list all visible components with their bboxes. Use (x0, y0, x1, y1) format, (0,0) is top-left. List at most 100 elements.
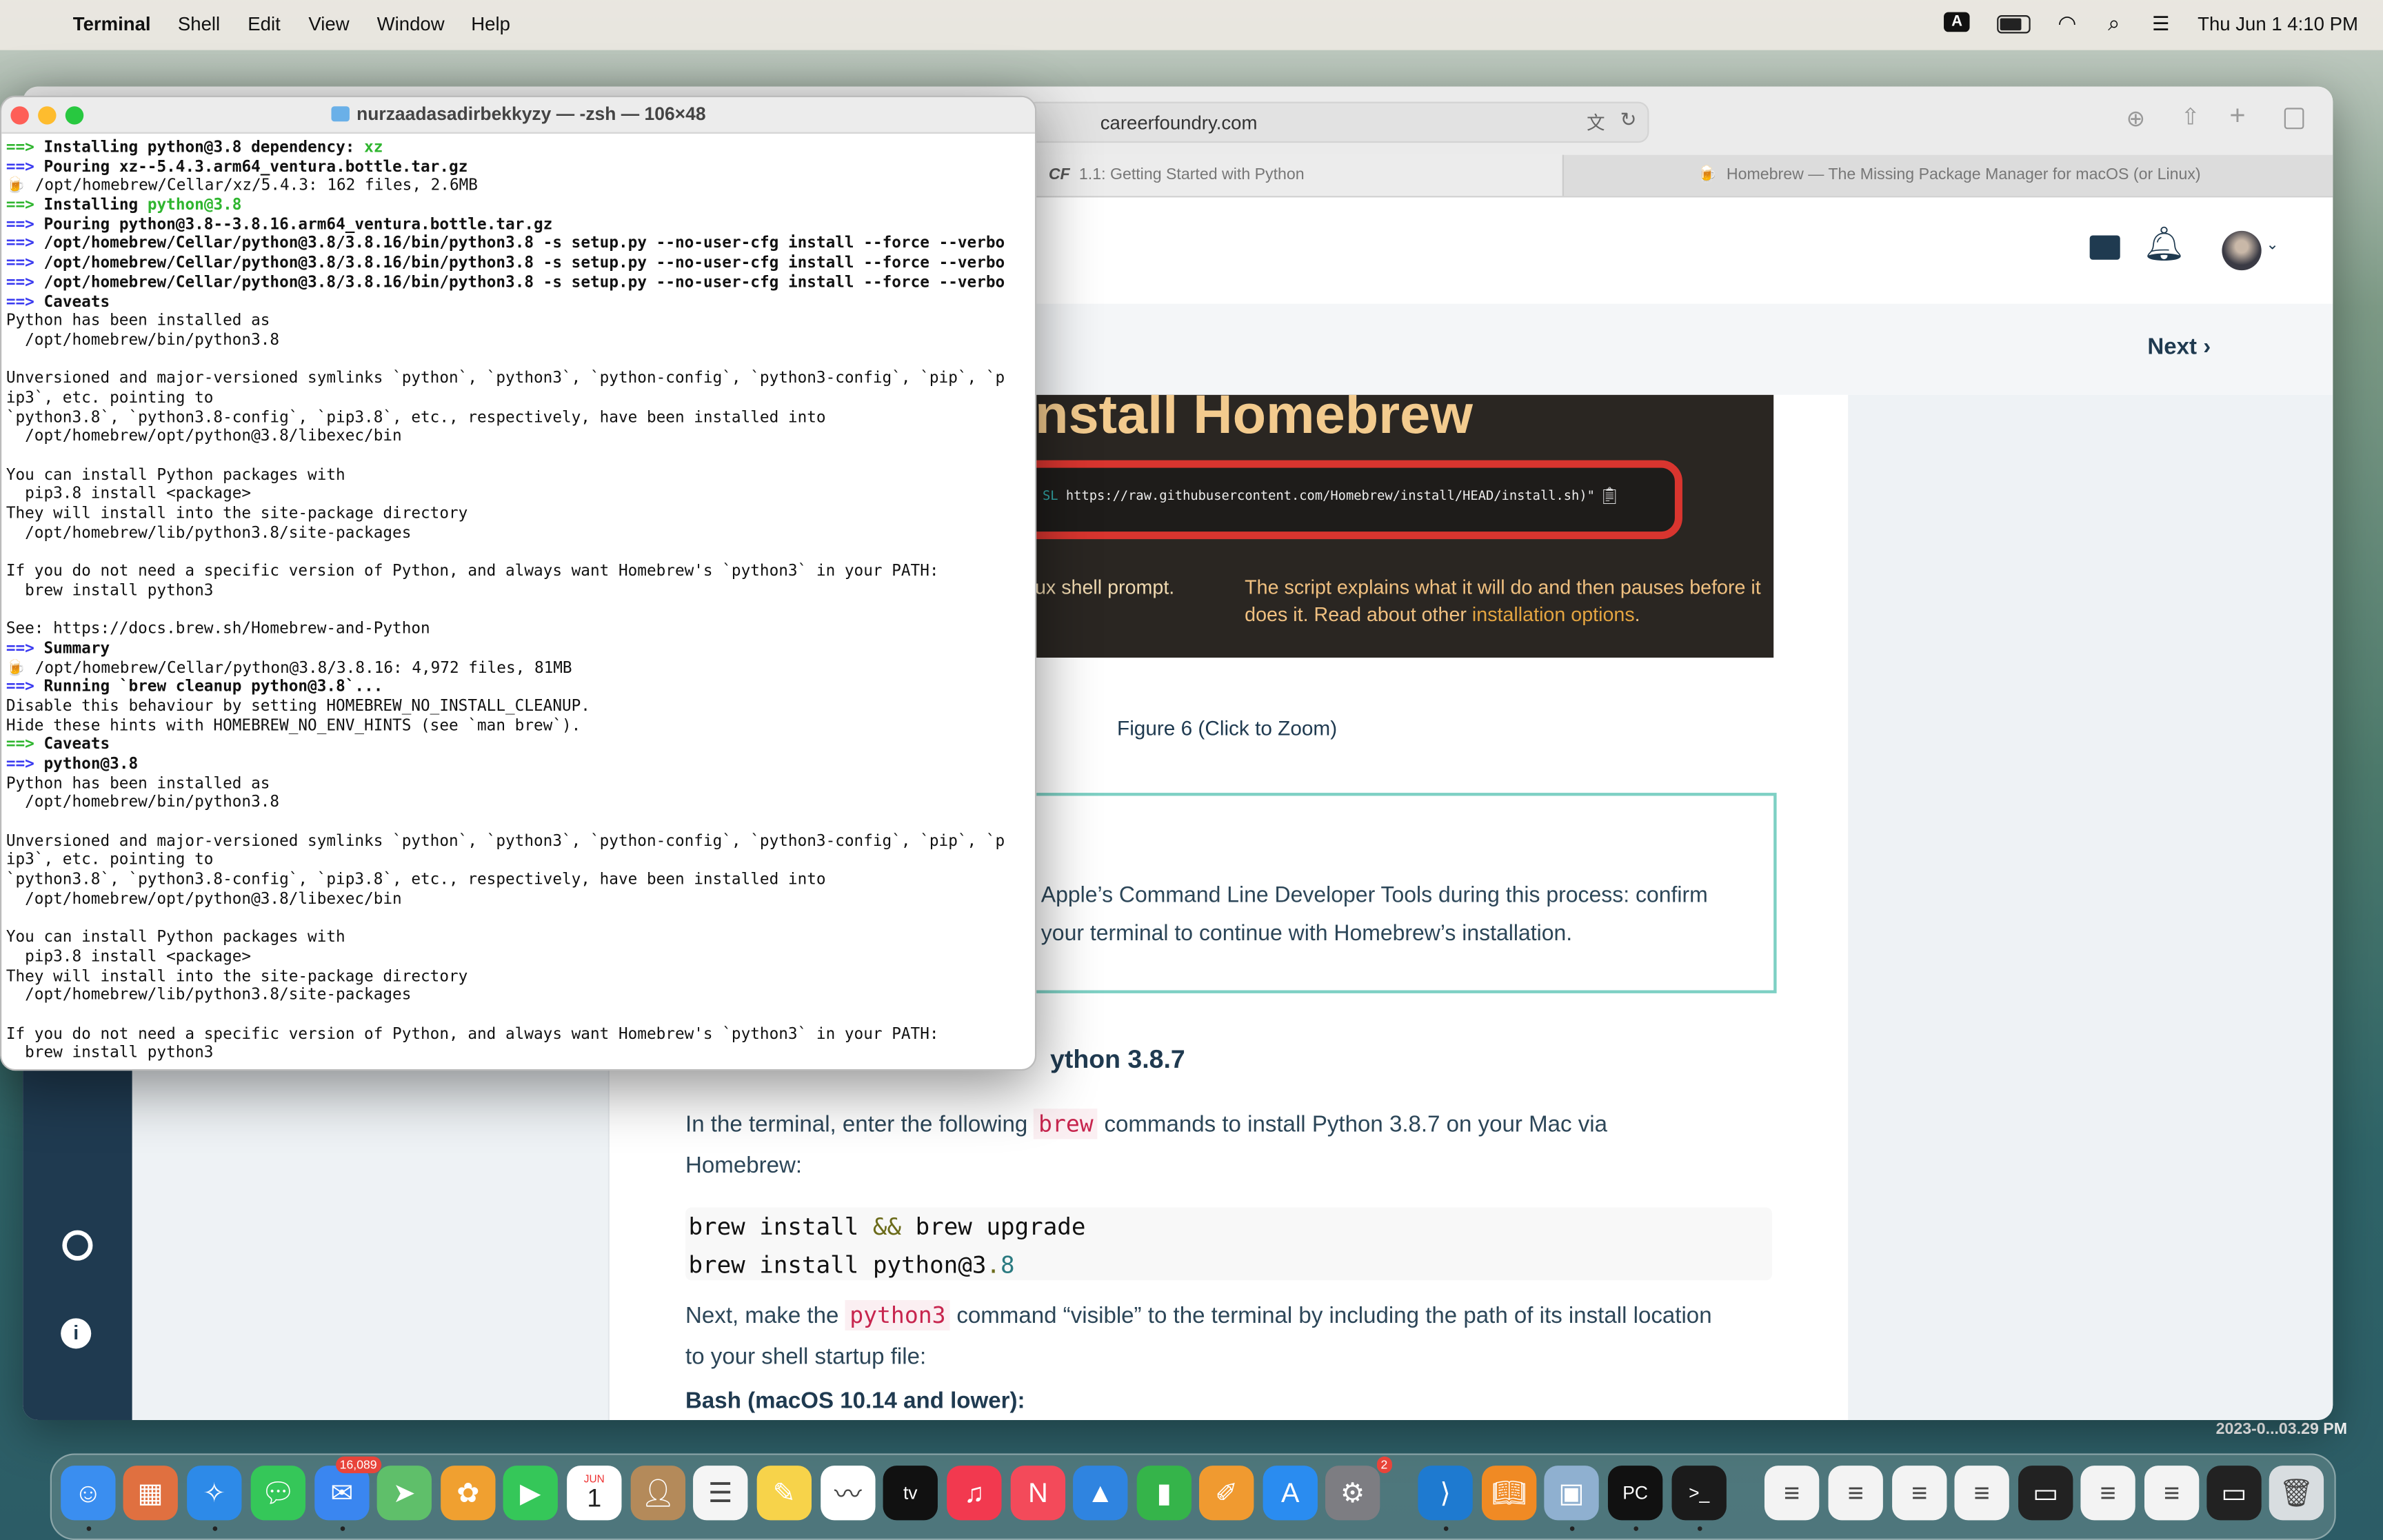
chevron-down-icon[interactable]: ⌄ (2266, 237, 2278, 254)
dock-preview-icon[interactable]: ▣ (1544, 1466, 1599, 1521)
dock-system-settings-icon[interactable]: ⚙ 2 (1325, 1456, 1392, 1521)
dock-finder-icon[interactable]: ☺ (61, 1466, 116, 1521)
line-text: You can install Python packages with (6, 928, 345, 947)
translate-icon[interactable]: 文 (1587, 110, 1605, 135)
dock-document-icon[interactable]: ≡ (1764, 1466, 1820, 1521)
dock-trash-icon[interactable]: 🗑︎ (2269, 1466, 2324, 1521)
dock-badge: 2 (1376, 1456, 1392, 1474)
address-bar[interactable]: careerfoundry.com 文 ↻ (1025, 101, 1649, 143)
code-block[interactable]: brew install && brew upgrade brew instal… (685, 1207, 1772, 1281)
dock: ☺ ▦ ✧ 💬︎ ✉ 16,089 ➤ ✿ ▶ JUN 1 👤︎ ☰ ✎ 〰 tv ♫ N ▲ ▮ ✐ A ⚙ 2 ⟩ 📖︎ ▣ PC… (50, 1453, 2336, 1540)
control-center-icon[interactable]: ☰ (2152, 12, 2170, 37)
wifi-icon[interactable]: ◠ (2058, 10, 2076, 36)
dock-pycharm-icon[interactable]: PC (1607, 1466, 1663, 1521)
terminal-line: brew install python3 (6, 581, 1034, 600)
dock-contacts-icon[interactable]: 👤︎ (630, 1466, 686, 1521)
beer-icon: 🍺 (6, 176, 26, 195)
help-lifebuoy-icon[interactable] (62, 1230, 93, 1261)
dock-messages-icon[interactable]: 💬︎ (250, 1466, 306, 1521)
dock-document-icon[interactable]: ≡ (1828, 1466, 1883, 1521)
zoom-button[interactable] (65, 106, 84, 125)
spotlight-search-icon[interactable]: ⌕ (2108, 10, 2120, 36)
dock-numbers-icon[interactable]: ▮ (1136, 1466, 1192, 1521)
dock-keynote-icon[interactable]: ▲ (1073, 1466, 1128, 1521)
dock-maps-icon[interactable]: ➤ (376, 1466, 432, 1521)
menu-bar: Terminal Shell Edit View Window Help A ◠… (0, 0, 2383, 50)
subheading-bash: Bash (macOS 10.14 and lower): (685, 1388, 1025, 1415)
dock-app-store-icon[interactable]: A (1263, 1466, 1318, 1521)
minimize-button[interactable] (38, 106, 57, 125)
avatar[interactable] (2222, 230, 2262, 271)
install-command: https://raw.githubusercontent.com/Homebr… (1065, 489, 1595, 505)
dock-document-icon[interactable]: ≡ (1954, 1466, 2009, 1521)
terminal-titlebar[interactable]: nurzaadasadirbekkyzy — -zsh — 106×48 (1, 97, 1035, 134)
dock-vscode-icon[interactable]: ⟩ (1418, 1466, 1473, 1521)
prompt-arrow: ==> (6, 736, 34, 754)
menu-view[interactable]: View (308, 14, 349, 35)
dock-facetime-icon[interactable]: ▶ (503, 1466, 558, 1521)
line-text: brew install python3 (6, 581, 214, 600)
dock-document-icon[interactable]: ≡ (2144, 1466, 2200, 1521)
menu-shell[interactable]: Shell (178, 14, 220, 35)
dock-notes-icon[interactable]: ✎ (756, 1466, 812, 1521)
dock-books-icon[interactable]: 📖︎ (1481, 1466, 1537, 1521)
info-icon[interactable]: i (61, 1318, 92, 1349)
dock-safari-icon[interactable]: ✧ (187, 1466, 242, 1521)
inline-code-python3: python3 (845, 1299, 951, 1331)
menu-window[interactable]: Window (377, 14, 445, 35)
line-text: /opt/homebrew/Cellar/python@3.8/3.8.16/b… (43, 254, 1005, 272)
running-indicator (1569, 1526, 1575, 1531)
figure-caption[interactable]: Figure 6 (Click to Zoom) (1117, 717, 1337, 740)
line-text: /opt/homebrew/lib/python3.8/site-package… (6, 523, 412, 542)
menu-app-name[interactable]: Terminal (73, 14, 151, 35)
reload-icon[interactable]: ↻ (1620, 108, 1637, 132)
terminal-line: /opt/homebrew/lib/python3.8/site-package… (6, 524, 1034, 543)
dock-pages-icon[interactable]: ✐ (1199, 1466, 1254, 1521)
downloads-icon[interactable]: ⊕ (2126, 105, 2146, 132)
menu-help[interactable]: Help (471, 14, 510, 35)
chevron-right-icon: › (2203, 334, 2211, 361)
menu-datetime[interactable]: Thu Jun 1 4:10 PM (2198, 14, 2358, 35)
terminal-output[interactable]: ==> Installing python@3.8 dependency: xz… (6, 138, 1034, 1063)
menu-edit[interactable]: Edit (248, 14, 280, 35)
dock-music-icon[interactable]: ♫ (947, 1466, 1002, 1521)
line-text: pip3.8 install <package> (6, 947, 252, 966)
code-line: brew install python@3.8 (688, 1250, 1015, 1278)
dock-window-icon[interactable]: ▭ (2018, 1466, 2073, 1521)
prompt-arrow: ==> (6, 215, 34, 234)
line-text: If you do not need a specific version of… (6, 1024, 939, 1043)
next-button[interactable]: Next › (2147, 334, 2211, 360)
dock-launchpad-icon[interactable]: ▦ (123, 1466, 178, 1521)
dock-photos-icon[interactable]: ✿ (441, 1466, 496, 1521)
dock-terminal-app-icon[interactable]: >_ (1671, 1466, 1727, 1521)
prompt-arrow: ==> (6, 273, 34, 292)
dock-reminders-icon[interactable]: ☰ (693, 1466, 748, 1521)
bell-icon[interactable]: 🔔︎ (2143, 225, 2186, 264)
dock-calendar-icon[interactable]: JUN 1 (567, 1466, 622, 1521)
tab-homebrew[interactable]: 🍺 Homebrew — The Missing Package Manager … (1562, 154, 2333, 196)
dock-document-icon[interactable]: ≡ (2080, 1466, 2135, 1521)
tab-overview-icon[interactable] (2284, 108, 2304, 130)
tab-getting-started[interactable]: CF 1.1: Getting Started with Python (1033, 154, 1562, 196)
terminal-line: ip3`, etc. pointing to (6, 851, 1034, 871)
copy-clipboard-icon[interactable]: 📋︎ (1599, 486, 1620, 505)
line-text: Summary (43, 639, 110, 658)
dock-freeform-icon[interactable]: 〰 (821, 1466, 876, 1521)
dock-news-icon[interactable]: N (1010, 1466, 1066, 1521)
line-text: python@3.8 (43, 754, 139, 773)
line-text: /opt/homebrew/lib/python3.8/site-package… (6, 986, 412, 1004)
share-icon[interactable]: ⇧ (2181, 103, 2200, 130)
new-tab-icon[interactable]: + (2229, 100, 2245, 132)
dock-document-icon[interactable]: ≡ (1892, 1466, 1947, 1521)
terminal-window[interactable]: nurzaadasadirbekkyzy — -zsh — 106×48 ==>… (0, 95, 1037, 1071)
mail-icon[interactable] (2089, 235, 2120, 260)
close-button[interactable] (10, 106, 29, 125)
input-source-badge[interactable]: A (1944, 12, 1971, 32)
dock-mail-icon[interactable]: ✉ 16,089 (314, 1456, 382, 1521)
figure-image[interactable]: nstall Homebrew SL https://raw.githubuse… (1034, 394, 1774, 658)
dock-tv-icon[interactable]: tv (883, 1466, 938, 1521)
dock-window-icon[interactable]: ▭ (2206, 1466, 2262, 1521)
url-text[interactable]: careerfoundry.com (1100, 112, 1258, 134)
line-text: /opt/homebrew/Cellar/xz/5.4.3: 162 files… (34, 176, 478, 195)
battery-icon[interactable] (1997, 15, 2031, 34)
